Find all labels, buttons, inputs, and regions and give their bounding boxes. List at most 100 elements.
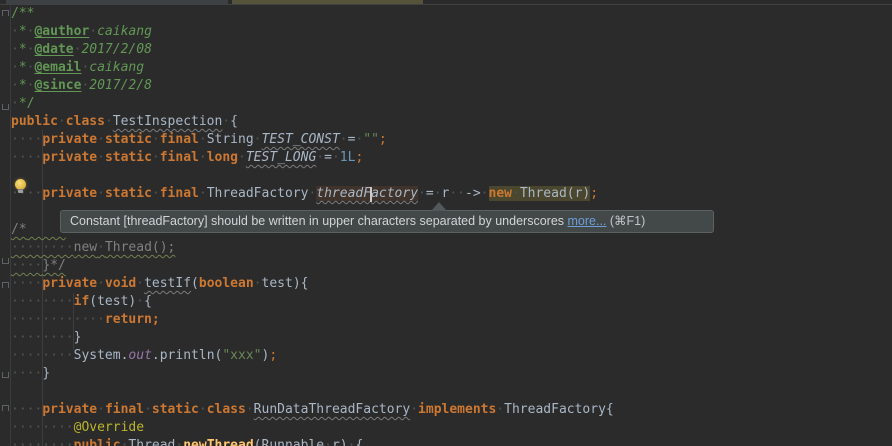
code-token: System.	[74, 348, 129, 363]
whitespace-dots: ············	[11, 312, 105, 327]
whitespace-dots: ·	[410, 402, 418, 417]
code-token: private·final·static·class·	[42, 402, 253, 417]
code-line[interactable]: ····private·static·final·long·TEST_LONG·…	[11, 149, 892, 167]
whitespace-dots: ····	[11, 258, 42, 273]
whitespace-dots: ·	[97, 276, 105, 291]
tooltip-arrow	[431, 202, 447, 211]
whitespace-dots: ·	[144, 402, 152, 417]
code-line[interactable]	[11, 383, 892, 401]
code-token: ;	[269, 348, 277, 363]
code-line[interactable]: ·*·@since·2017/2/8	[11, 77, 892, 95]
code-token: ····}*/	[11, 258, 66, 273]
intention-bulb-icon[interactable]	[14, 179, 27, 196]
code-token: RunDataThreadFactory	[254, 402, 411, 417]
editor-tab-partial-modified[interactable]	[232, 0, 423, 4]
code-line[interactable]: ········if(test)·{	[11, 293, 892, 311]
code-line[interactable]: ····private·static·final·String·TEST_CON…	[11, 131, 892, 149]
bulb-base	[18, 189, 23, 193]
code-line[interactable]: public·class·TestInspection·{	[11, 113, 892, 131]
whitespace-dots: ·	[348, 438, 356, 446]
code-token: Thread(r)	[520, 186, 590, 201]
code-line[interactable]: ····private·void·testIf(boolean·test){	[11, 275, 892, 293]
text-caret	[370, 187, 372, 202]
code-token: (Runnable·r)·{	[254, 438, 364, 446]
code-token: test	[262, 276, 293, 291]
whitespace-dots: ·	[496, 402, 504, 417]
whitespace-dots: ·	[97, 240, 105, 255]
fold-marker-icon[interactable]	[2, 104, 9, 110]
code-token: ·=·r··->·	[418, 186, 488, 201]
code-token: return;	[105, 312, 160, 327]
tooltip-message: Constant [threadFactory] should be writt…	[70, 214, 568, 228]
code-token: private·void·	[42, 276, 144, 291]
whitespace-dots: ·	[434, 186, 442, 201]
whitespace-dots: ·	[512, 186, 520, 201]
code-token: TEST_LONG	[246, 150, 316, 165]
code-line[interactable]: ········}	[11, 329, 892, 347]
code-line[interactable]: ·*·@date·2017/2/08	[11, 41, 892, 59]
code-line[interactable]: ····private·static·final·ThreadFactory·t…	[11, 185, 892, 203]
fold-marker-icon[interactable]	[2, 405, 9, 411]
code-token: ·=·	[340, 132, 363, 147]
code-token: ·	[89, 24, 97, 39]
code-token: caikang	[97, 24, 152, 39]
whitespace-dots: ·	[332, 150, 340, 165]
code-token: ·=·	[316, 150, 339, 165]
editor-tab-partial[interactable]	[6, 0, 228, 4]
code-token: public·class·	[11, 114, 113, 129]
code-line[interactable]	[11, 167, 892, 185]
code-token: ········	[11, 420, 74, 435]
ide-editor-window: /**·*·@author·caikang·*·@date·2017/2/08·…	[0, 0, 892, 446]
whitespace-dots: ·	[340, 132, 348, 147]
code-line[interactable]: ············return;	[11, 311, 892, 329]
code-line[interactable]: ····private·final·static·class·RunDataTh…	[11, 401, 892, 419]
code-line[interactable]: ········@Override	[11, 419, 892, 437]
whitespace-dots: ·	[246, 402, 254, 417]
code-line[interactable]: ·*/	[11, 95, 892, 113]
code-token: ····	[11, 150, 42, 165]
fold-marker-icon[interactable]	[2, 10, 9, 16]
whitespace-dots: ········	[11, 294, 74, 309]
code-token: testIf	[144, 276, 191, 291]
whitespace-dots: ·	[97, 402, 105, 417]
code-token: public·	[74, 438, 129, 446]
whitespace-dots: ········	[11, 240, 74, 255]
code-line[interactable]: ········System.out.println("xxx");	[11, 347, 892, 365]
whitespace-dots: ········	[11, 438, 74, 446]
code-token: @since	[34, 78, 81, 93]
code-token: ·*·	[11, 60, 34, 75]
code-line[interactable]: ·*·@author·caikang	[11, 23, 892, 41]
fold-marker-icon[interactable]	[2, 372, 9, 378]
code-line[interactable]: ·*·@email·caikang	[11, 59, 892, 77]
fold-marker-icon[interactable]	[2, 282, 9, 288]
code-token: ·ThreadFactory{	[496, 402, 613, 417]
whitespace-dots: ····	[11, 366, 42, 381]
code-token: @author	[34, 24, 89, 39]
code-token: newThread	[183, 438, 253, 446]
code-token: ········new·Thread();	[11, 240, 175, 255]
code-line[interactable]: ····}	[11, 365, 892, 383]
whitespace-dots: ·	[11, 78, 19, 93]
code-line[interactable]: ····}*/	[11, 257, 892, 275]
code-line[interactable]: /**	[11, 5, 892, 23]
tooltip-more-link[interactable]: more...	[568, 214, 607, 228]
code-line[interactable]: ········public·Thread·newThread(Runnable…	[11, 437, 892, 446]
whitespace-dots: ·	[316, 150, 324, 165]
editor-gutter[interactable]	[0, 5, 11, 446]
code-token: new·	[489, 186, 520, 201]
code-token: String·	[207, 132, 262, 147]
code-token: "xxx"	[222, 348, 261, 363]
whitespace-dots: ·	[152, 186, 160, 201]
whitespace-dots: ·	[238, 150, 246, 165]
code-token: threadF	[316, 186, 371, 201]
whitespace-dots: ·	[222, 114, 230, 129]
whitespace-dots: ·	[199, 186, 207, 201]
code-token: ;	[590, 186, 598, 201]
code-line[interactable]: ········new·Thread();	[11, 239, 892, 257]
whitespace-dots: ·	[105, 114, 113, 129]
code-token: 2017/2/08	[81, 42, 151, 57]
whitespace-dots: ·	[199, 150, 207, 165]
whitespace-dots: ·	[418, 186, 426, 201]
fold-marker-icon[interactable]	[2, 258, 9, 264]
whitespace-dots: ·	[152, 150, 160, 165]
